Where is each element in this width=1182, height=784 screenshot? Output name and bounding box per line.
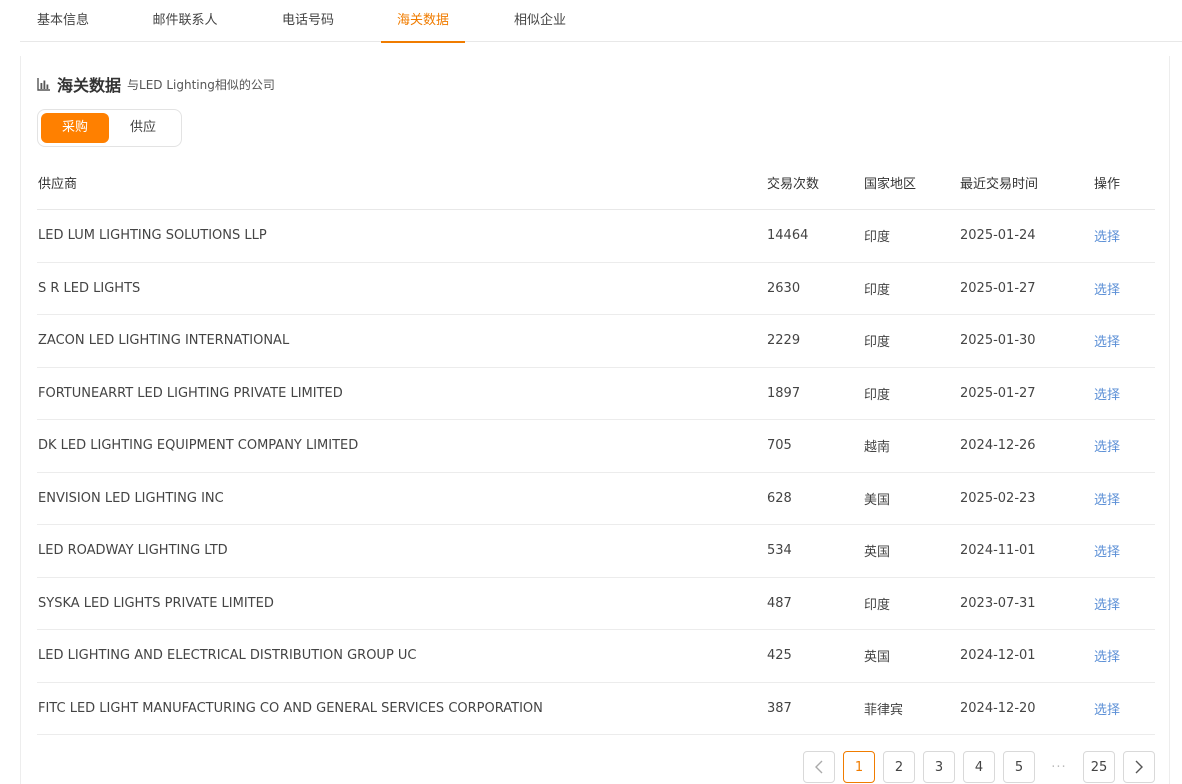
cell-date: 2024-12-01 [960, 648, 1036, 664]
table-row: SYSKA LED LIGHTS PRIVATE LIMITED 487 印度 … [37, 578, 1155, 630]
cell-count: 14464 [767, 228, 809, 244]
toggle-supply[interactable]: 供应 [109, 113, 177, 143]
table-row: ZACON LED LIGHTING INTERNATIONAL 2229 印度… [37, 315, 1155, 368]
cell-date: 2025-02-23 [960, 490, 1036, 506]
cell-count: 705 [767, 438, 792, 454]
select-link[interactable]: 选择 [1094, 630, 1120, 682]
customs-data-card: 海关数据 与LED Lighting相似的公司 采购 供应 供应商 交易次数 国… [20, 56, 1170, 784]
cell-count: 2229 [767, 333, 801, 349]
section-header: 海关数据 与LED Lighting相似的公司 [37, 74, 275, 95]
table-row: FORTUNEARRT LED LIGHTING PRIVATE LIMITED… [37, 368, 1155, 420]
cell-supplier: SYSKA LED LIGHTS PRIVATE LIMITED [38, 595, 274, 611]
cell-date: 2023-07-31 [960, 595, 1036, 611]
header-last-date: 最近交易时间 [960, 177, 1039, 192]
cell-count: 2630 [767, 280, 801, 296]
cell-country: 印度 [864, 282, 891, 298]
cell-count: 1897 [767, 385, 801, 401]
select-link[interactable]: 选择 [1094, 420, 1120, 472]
cell-count: 425 [767, 648, 792, 664]
prev-page-button[interactable] [803, 751, 835, 783]
cell-country: 印度 [864, 335, 891, 351]
cell-supplier: ZACON LED LIGHTING INTERNATIONAL [38, 333, 290, 349]
table-row: DK LED LIGHTING EQUIPMENT COMPANY LIMITE… [37, 420, 1155, 473]
page-3-button[interactable]: 3 [923, 751, 955, 783]
cell-country: 印度 [864, 387, 891, 403]
cell-supplier: LED ROADWAY LIGHTING LTD [38, 543, 228, 559]
select-link[interactable]: 选择 [1094, 578, 1120, 630]
select-link[interactable]: 选择 [1094, 263, 1120, 315]
header-action: 操作 [1094, 177, 1121, 192]
cell-country: 印度 [864, 597, 891, 613]
tab-customs-data[interactable]: 海关数据 [381, 0, 465, 43]
page-ellipsis[interactable]: ··· [1043, 751, 1075, 783]
section-title: 海关数据 [57, 76, 122, 95]
table-row: FITC LED LIGHT MANUFACTURING CO AND GENE… [37, 683, 1155, 735]
cell-supplier: DK LED LIGHTING EQUIPMENT COMPANY LIMITE… [38, 438, 359, 454]
cell-supplier: FITC LED LIGHT MANUFACTURING CO AND GENE… [38, 700, 543, 716]
header-transaction-count: 交易次数 [767, 177, 820, 192]
table-row: LED LIGHTING AND ELECTRICAL DISTRIBUTION… [37, 630, 1155, 683]
cell-date: 2024-12-20 [960, 700, 1036, 716]
select-link[interactable]: 选择 [1094, 368, 1120, 420]
page-2-button[interactable]: 2 [883, 751, 915, 783]
tab-email-contacts[interactable]: 邮件联系人 [152, 0, 218, 42]
cell-supplier: LED LUM LIGHTING SOLUTIONS LLP [38, 228, 267, 244]
table-row: LED LUM LIGHTING SOLUTIONS LLP 14464 印度 … [37, 210, 1155, 263]
cell-date: 2025-01-24 [960, 228, 1036, 244]
cell-country: 英国 [864, 545, 891, 561]
table-row: LED ROADWAY LIGHTING LTD 534 英国 2024-11-… [37, 525, 1155, 578]
cell-count: 387 [767, 700, 792, 716]
cell-country: 菲律宾 [864, 702, 904, 718]
cell-count: 628 [767, 490, 792, 506]
pagination: 1 2 3 4 5 ··· 25 [803, 751, 1163, 783]
header-country: 国家地区 [864, 177, 917, 192]
select-link[interactable]: 选择 [1094, 525, 1120, 577]
tab-basic-info[interactable]: 基本信息 [36, 0, 90, 42]
table-row: S R LED LIGHTS 2630 印度 2025-01-27 选择 [37, 263, 1155, 315]
cell-country: 美国 [864, 492, 891, 508]
cell-supplier: ENVISION LED LIGHTING INC [38, 490, 224, 506]
bar-chart-icon [37, 78, 50, 91]
chevron-right-icon [1135, 760, 1143, 774]
supplier-table: 供应商 交易次数 国家地区 最近交易时间 操作 LED LUM LIGHTING… [37, 156, 1155, 735]
cell-count: 487 [767, 595, 792, 611]
cell-count: 534 [767, 543, 792, 559]
cell-country: 印度 [864, 230, 891, 246]
tab-similar-companies[interactable]: 相似企业 [513, 0, 567, 42]
cell-date: 2025-01-27 [960, 280, 1036, 296]
cell-date: 2025-01-27 [960, 385, 1036, 401]
select-link[interactable]: 选择 [1094, 683, 1120, 735]
next-page-button[interactable] [1123, 751, 1155, 783]
cell-date: 2025-01-30 [960, 333, 1036, 349]
chevron-left-icon [815, 760, 823, 774]
header-supplier: 供应商 [38, 177, 78, 192]
toggle-buy[interactable]: 采购 [41, 113, 109, 143]
section-subtitle: 与LED Lighting相似的公司 [127, 77, 275, 92]
top-tab-bar: 基本信息 邮件联系人 电话号码 海关数据 相似企业 [20, 0, 1182, 43]
page-4-button[interactable]: 4 [963, 751, 995, 783]
cell-supplier: S R LED LIGHTS [38, 280, 141, 296]
cell-date: 2024-11-01 [960, 543, 1036, 559]
buy-supply-toggle: 采购 供应 [37, 109, 182, 147]
select-link[interactable]: 选择 [1094, 210, 1120, 262]
select-link[interactable]: 选择 [1094, 315, 1120, 367]
cell-country: 越南 [864, 440, 891, 456]
page-5-button[interactable]: 5 [1003, 751, 1035, 783]
cell-country: 英国 [864, 650, 891, 666]
table-row: ENVISION LED LIGHTING INC 628 美国 2025-02… [37, 473, 1155, 525]
page-1-button[interactable]: 1 [843, 751, 875, 783]
tab-phone-numbers[interactable]: 电话号码 [281, 0, 335, 42]
page-last-button[interactable]: 25 [1083, 751, 1115, 783]
cell-supplier: LED LIGHTING AND ELECTRICAL DISTRIBUTION… [38, 648, 417, 664]
cell-date: 2024-12-26 [960, 438, 1036, 454]
cell-supplier: FORTUNEARRT LED LIGHTING PRIVATE LIMITED [38, 385, 343, 401]
select-link[interactable]: 选择 [1094, 473, 1120, 525]
table-header: 供应商 交易次数 国家地区 最近交易时间 操作 [37, 156, 1155, 210]
